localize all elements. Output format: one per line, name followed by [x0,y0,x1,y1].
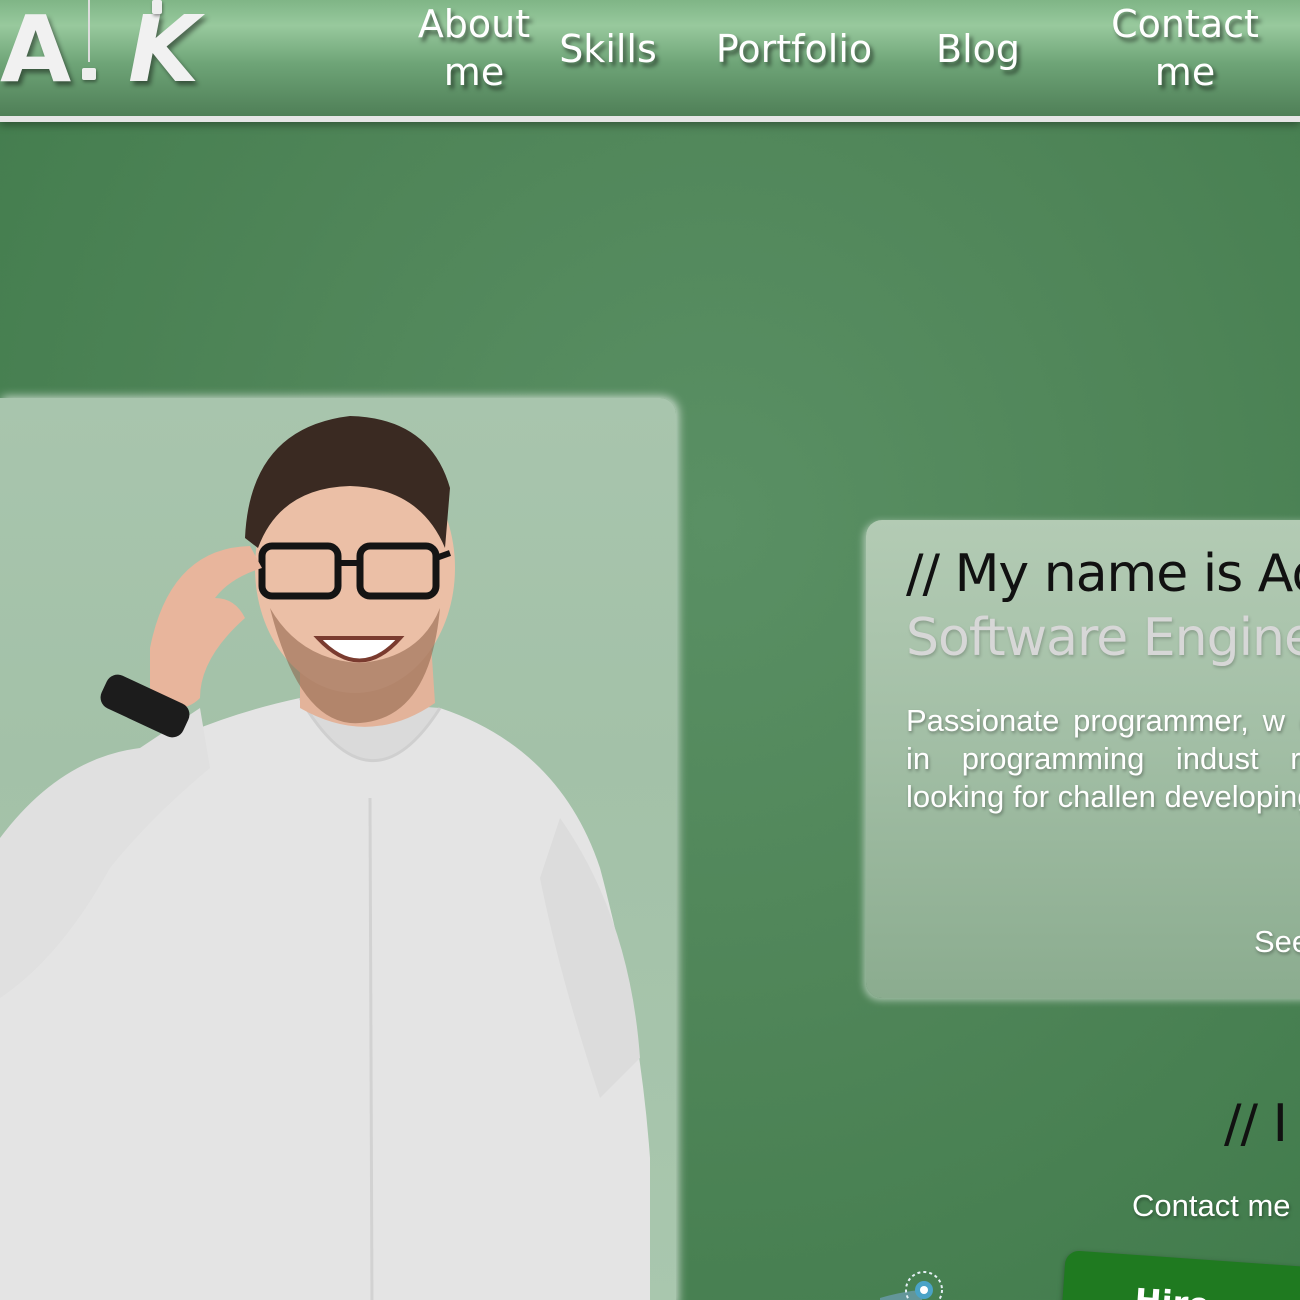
intro-heading: // My name is Ad [906,544,1300,604]
hire-button[interactable]: Hire [1059,1250,1300,1300]
see-more-link[interactable]: See [1254,924,1300,960]
nav-label: Skills [559,27,657,71]
profile-photo [0,416,650,1300]
intro-card: // My name is Ad Software Enginee Passio… [866,520,1300,998]
nav-label: Blog [936,27,1020,71]
nav-label: me [443,50,505,94]
logo-tag [152,0,162,14]
logo-letter-k: K [128,0,200,103]
nav-label: Portfolio [715,27,873,71]
robot-icon [880,1271,943,1300]
nav-contact-me[interactable]: Contact me [1104,0,1266,96]
logo-string [88,0,90,62]
logo-tag [82,68,96,80]
intro-role: Software Enginee [906,608,1300,668]
logo-letter-a: A [0,0,72,103]
nav-label: About [417,2,531,46]
nav-portfolio[interactable]: Portfolio [706,25,882,73]
nav-blog[interactable]: Blog [928,25,1028,73]
hire-button-label: Hire [1133,1281,1211,1300]
profile-photo-card [0,398,676,1300]
contact-subtitle: Contact me [1132,1188,1291,1223]
nav-skills[interactable]: Skills [552,25,664,73]
nav-label: Contact [1111,2,1259,46]
nav-label: me [1154,50,1216,94]
site-header: A K About me Skills Portfolio Blog Conta… [0,0,1300,122]
intro-description: Passionate programmer, w ence in program… [906,703,1300,814]
logo[interactable]: A K [0,0,230,106]
nav-about-me[interactable]: About me [410,0,538,96]
contact-heading: // I [1224,1094,1288,1154]
